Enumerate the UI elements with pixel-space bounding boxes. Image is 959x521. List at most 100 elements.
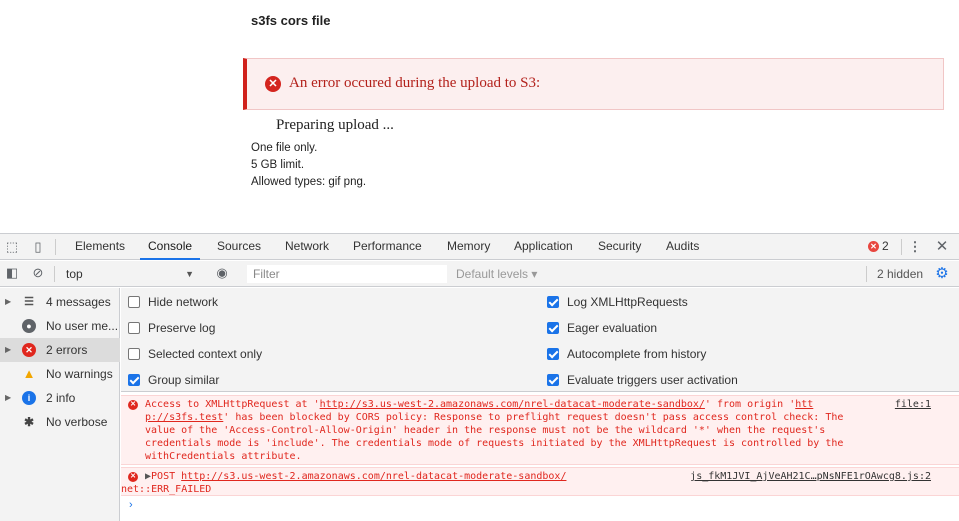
eye-icon[interactable]: ◉ [214, 265, 230, 281]
tab-network[interactable]: Network [284, 234, 330, 260]
error-icon: ✕ [868, 240, 879, 252]
evaluate-triggers-option[interactable]: Evaluate triggers user activation [547, 373, 738, 387]
sidebar-item-info[interactable]: ▶ i 2 info [0, 386, 120, 410]
upload-status: Preparing upload ... [276, 117, 394, 133]
checkbox[interactable] [547, 296, 559, 308]
divider [866, 266, 867, 282]
clear-console-icon[interactable]: ⊘ [30, 265, 46, 281]
text: ' has been blocked by CORS policy: Respo… [223, 412, 844, 423]
error-icon: ✕ [128, 400, 138, 410]
text: ' from origin ' [704, 399, 796, 410]
filter-input[interactable] [247, 265, 447, 283]
device-toolbar-icon[interactable]: ▯ [30, 239, 46, 255]
user-icon: ● [22, 319, 36, 333]
checkbox[interactable] [128, 374, 140, 386]
request-link[interactable]: http://s3.us-west-2.amazonaws.com/nrel-d… [320, 399, 705, 410]
option-label: Selected context only [148, 347, 263, 361]
origin-link[interactable]: htt [795, 399, 813, 410]
origin-link[interactable]: p://s3fs.test [145, 412, 223, 423]
log-xhr-option[interactable]: Log XMLHttpRequests [547, 295, 688, 309]
checkbox[interactable] [128, 296, 140, 308]
log-levels-dropdown[interactable]: Default levels ▾ [456, 265, 537, 283]
sidebar-item-label: 4 messages [46, 295, 111, 309]
sidebar-item-warnings[interactable]: ▲ No warnings [0, 362, 120, 386]
context-selector[interactable]: top ▼ [58, 265, 200, 283]
status: net::ERR_FAILED [121, 484, 212, 495]
tab-performance[interactable]: Performance [352, 234, 423, 260]
source-link[interactable]: file:1 [895, 398, 931, 411]
sidebar-item-verbose[interactable]: ✱ No verbose [0, 410, 120, 434]
close-icon[interactable]: ✕ [934, 239, 950, 255]
console-sidebar: ▶ ☰ 4 messages ● No user me... ▶ ✕ 2 err… [0, 288, 120, 521]
list-icon: ☰ [24, 296, 34, 308]
group-similar-option[interactable]: Group similar [128, 373, 219, 387]
hide-network-option[interactable]: Hide network [128, 295, 218, 309]
option-label: Hide network [148, 295, 219, 309]
devtools-panel: ⬚ ▯ Elements Console Sources Network Per… [0, 233, 959, 521]
checkbox[interactable] [547, 374, 559, 386]
option-label: Log XMLHttpRequests [567, 295, 688, 309]
selected-context-option[interactable]: Selected context only [128, 347, 262, 361]
option-label: Eager evaluation [567, 321, 658, 335]
tab-sources[interactable]: Sources [216, 234, 262, 260]
sidebar-item-label: 2 errors [46, 343, 88, 357]
sidebar-item-user-messages[interactable]: ● No user me... [0, 314, 120, 338]
eager-evaluation-option[interactable]: Eager evaluation [547, 321, 657, 335]
error-count: 2 [882, 239, 889, 253]
preserve-log-option[interactable]: Preserve log [128, 321, 215, 335]
help-line: Allowed types: gif png. [251, 176, 367, 188]
console-error-message: ✕ ▶POST http://s3.us-west-2.amazonaws.co… [121, 467, 959, 496]
dropdown-arrow-icon: ▼ [185, 269, 194, 279]
text: credentials mode is 'include'. The crede… [145, 438, 844, 449]
context-value: top [66, 267, 83, 281]
sidebar-item-errors[interactable]: ▶ ✕ 2 errors [0, 338, 120, 362]
autocomplete-history-option[interactable]: Autocomplete from history [547, 347, 706, 361]
divider [901, 239, 902, 255]
expand-arrow-icon[interactable]: ▶ [5, 290, 11, 314]
tab-security[interactable]: Security [597, 234, 642, 260]
info-icon: i [22, 391, 36, 405]
hidden-count: 2 hidden [877, 267, 924, 281]
source-link[interactable]: js_fkM1JVI_AjVeAH21C…pNsNFE1rOAwcg8.js:2 [690, 470, 931, 483]
request-link[interactable]: http://s3.us-west-2.amazonaws.com/nrel-d… [181, 471, 566, 482]
tab-memory[interactable]: Memory [446, 234, 491, 260]
sidebar-item-messages[interactable]: ▶ ☰ 4 messages [0, 290, 120, 314]
checkbox[interactable] [128, 322, 140, 334]
checkbox[interactable] [547, 348, 559, 360]
inspect-element-icon[interactable]: ⬚ [4, 239, 20, 255]
help-line: 5 GB limit. [251, 159, 305, 171]
bug-icon: ✱ [23, 415, 35, 429]
console-output: ✕ Access to XMLHttpRequest at 'http://s3… [121, 393, 959, 521]
option-label: Autocomplete from history [567, 347, 707, 361]
expand-arrow-icon[interactable]: ▶ [5, 386, 11, 410]
option-label: Preserve log [148, 321, 216, 335]
option-label: Group similar [148, 373, 220, 387]
sidebar-toggle-icon[interactable]: ◧ [4, 265, 20, 281]
checkbox[interactable] [547, 322, 559, 334]
text: withCredentials attribute. [145, 451, 302, 462]
text: Access to XMLHttpRequest at ' [145, 399, 320, 410]
option-label: Evaluate triggers user activation [567, 373, 738, 387]
sidebar-item-label: No warnings [46, 367, 113, 381]
expand-arrow-icon[interactable]: ▶ [5, 338, 11, 362]
method: POST [151, 471, 176, 482]
sidebar-item-label: No verbose [46, 415, 108, 429]
tab-audits[interactable]: Audits [665, 234, 700, 260]
console-prompt-icon[interactable]: › [129, 499, 133, 511]
console-error-message: ✕ Access to XMLHttpRequest at 'http://s3… [121, 395, 959, 465]
error-icon: ✕ [22, 343, 36, 357]
tab-application[interactable]: Application [513, 234, 574, 260]
console-toolbar: ◧ ⊘ top ▼ ◉ Default levels ▾ 2 hidden ⚙ [0, 261, 959, 287]
error-counter[interactable]: ✕ 2 [868, 239, 889, 253]
tab-elements[interactable]: Elements [74, 234, 126, 260]
divider [54, 266, 55, 282]
sidebar-item-label: No user me... [46, 319, 119, 333]
tab-console[interactable]: Console [140, 234, 201, 260]
warning-icon: ▲ [22, 366, 36, 381]
more-options-icon[interactable]: ⋮ [907, 239, 923, 255]
text: value of the 'Access-Control-Allow-Origi… [145, 425, 826, 436]
gear-icon[interactable]: ⚙ [934, 266, 950, 282]
error-circle-icon: ✕ [265, 76, 281, 92]
checkbox[interactable] [128, 348, 140, 360]
error-text: Access to XMLHttpRequest at 'http://s3.u… [145, 398, 925, 463]
